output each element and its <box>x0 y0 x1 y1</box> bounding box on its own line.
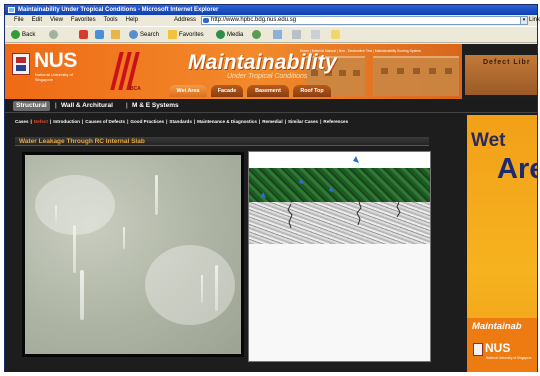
top-nav-links[interactable]: Home | Material Manual | Non - Destructi… <box>300 47 537 55</box>
promo-nus-crest-icon <box>473 343 483 356</box>
messenger-button[interactable] <box>331 30 340 41</box>
refresh-icon <box>95 30 104 39</box>
address-label: Address <box>174 17 197 23</box>
forward-button[interactable] <box>49 30 60 41</box>
forward-arrow-icon <box>49 30 58 39</box>
print-button[interactable] <box>292 30 301 41</box>
media-button[interactable]: Media <box>216 30 243 41</box>
nus-logo[interactable]: NUS National University of Singapore <box>12 49 108 93</box>
tab-roof-top[interactable]: Roof Top <box>293 85 331 97</box>
media-icon <box>216 30 225 39</box>
favorites-button[interactable]: Favorites <box>168 30 204 41</box>
search-icon <box>129 30 138 39</box>
tab-basement[interactable]: Basement <box>247 85 289 97</box>
menu-view[interactable]: View <box>46 15 67 26</box>
mail-icon <box>273 30 282 39</box>
tab-wet-area[interactable]: Wet Area <box>169 85 207 97</box>
page-content: NUS National University of Singapore BCA… <box>5 44 537 372</box>
bca-logo: BCA <box>110 50 145 94</box>
search-button[interactable]: Search <box>129 30 159 41</box>
topic-references[interactable]: References <box>323 119 348 124</box>
building-graphic-2 <box>373 56 459 96</box>
toolbar: Back Search Favorites Media <box>5 26 537 43</box>
defect-topic-nav: Cases | Defect | Introduction | Causes of Defe… <box>15 119 349 124</box>
crack-and-water-overlay <box>261 156 401 229</box>
water-drop-icon <box>353 156 359 163</box>
address-input[interactable]: http://www.hpbc.bdg.nus.edu.sg <box>201 16 526 25</box>
site-subtitle: Under Tropical Conditions <box>227 73 308 80</box>
topic-similar-cases[interactable]: Similar Cases <box>288 119 318 124</box>
defect-library-banner[interactable]: Defect Libr <box>465 55 537 95</box>
media-label: Media <box>227 32 244 39</box>
edit-icon <box>311 30 320 39</box>
print-icon <box>292 30 301 39</box>
section-title: Water Leakage Through RC Internal Slab <box>19 138 145 145</box>
tab-facade[interactable]: Facade <box>211 85 243 97</box>
address-dropdown-icon[interactable]: ▾ <box>520 16 528 25</box>
history-icon <box>252 30 261 39</box>
topic-good-practices[interactable]: Good Practices <box>130 119 164 124</box>
topic-remedial[interactable]: Remedial <box>262 119 282 124</box>
title-bar: Maintainability Under Tropical Condition… <box>5 5 537 15</box>
crack-line <box>396 201 401 218</box>
leakage-diagram <box>248 151 431 362</box>
promo-maintainability: Maintainab <box>472 321 522 332</box>
menu-edit[interactable]: Edit <box>28 15 46 26</box>
back-label: Back <box>22 32 36 39</box>
favorites-label: Favorites <box>179 32 204 39</box>
page-icon <box>203 18 209 23</box>
mail-button[interactable] <box>273 30 282 41</box>
home-icon <box>111 30 120 39</box>
section-header: Water Leakage Through RC Internal Slab <box>15 137 429 146</box>
leakage-photo <box>22 152 244 357</box>
star-icon <box>168 30 177 39</box>
menu-help[interactable]: Help <box>122 15 142 26</box>
crack-line <box>287 203 293 229</box>
topic-maintenance-diagnostics[interactable]: Maintenance & Diagnostics <box>197 119 257 124</box>
edit-button[interactable] <box>311 30 320 41</box>
site-banner: NUS National University of Singapore BCA… <box>5 44 462 99</box>
menu-favorites[interactable]: Favorites <box>67 15 100 26</box>
nav-wall-architural[interactable]: Wall & Architural <box>61 101 113 111</box>
water-drop-icon <box>329 186 334 192</box>
back-arrow-icon <box>11 30 20 39</box>
nus-logo-subtitle: National University of Singapore <box>35 72 73 82</box>
browser-window: Maintainability Under Tropical Condition… <box>4 4 540 372</box>
water-drop-icon <box>299 178 304 184</box>
ie-app-icon <box>8 7 15 13</box>
category-nav: Structural | Wall & Architural | M & E S… <box>5 99 537 113</box>
back-button[interactable]: Back <box>11 30 35 41</box>
stop-button[interactable] <box>79 30 88 41</box>
menu-tools[interactable]: Tools <box>100 15 122 26</box>
nav-me-systems[interactable]: M & E Systems <box>132 101 179 111</box>
promo-line-1: Wet <box>471 130 506 151</box>
search-label: Search <box>140 32 160 39</box>
defect-library-label: Defect Libr <box>483 59 531 66</box>
crack-line <box>356 201 362 226</box>
promo-line-2: Are <box>497 153 537 185</box>
topic-introduction[interactable]: Introduction <box>53 119 80 124</box>
address-url: http://www.hpbc.bdg.nus.edu.sg <box>211 17 297 23</box>
links-label[interactable]: Links <box>529 16 540 25</box>
messenger-icon <box>331 30 340 39</box>
promo-nus-subtitle: National University of Singapore <box>486 356 532 360</box>
refresh-button[interactable] <box>95 30 104 41</box>
stop-icon <box>79 30 88 39</box>
topic-cases[interactable]: Cases <box>15 119 29 124</box>
topic-standards[interactable]: Standards <box>169 119 191 124</box>
window-title: Maintainability Under Tropical Condition… <box>18 7 219 13</box>
water-drop-icon <box>261 192 266 198</box>
menu-file[interactable]: File <box>5 15 28 26</box>
nus-crest-icon <box>12 53 30 75</box>
nus-logo-text: NUS <box>34 49 77 72</box>
nav-structural[interactable]: Structural <box>13 101 50 111</box>
promo-nus-text: NUS <box>485 341 511 355</box>
topic-causes-of-defects[interactable]: Causes of Defects <box>85 119 125 124</box>
home-button[interactable] <box>111 30 120 41</box>
side-promo-banner[interactable]: Wet Are Maintainab NUS National Universi… <box>467 115 537 372</box>
bca-logo-text: BCA <box>130 86 141 92</box>
history-button[interactable] <box>252 30 263 41</box>
topic-defect[interactable]: Defect <box>34 119 48 124</box>
